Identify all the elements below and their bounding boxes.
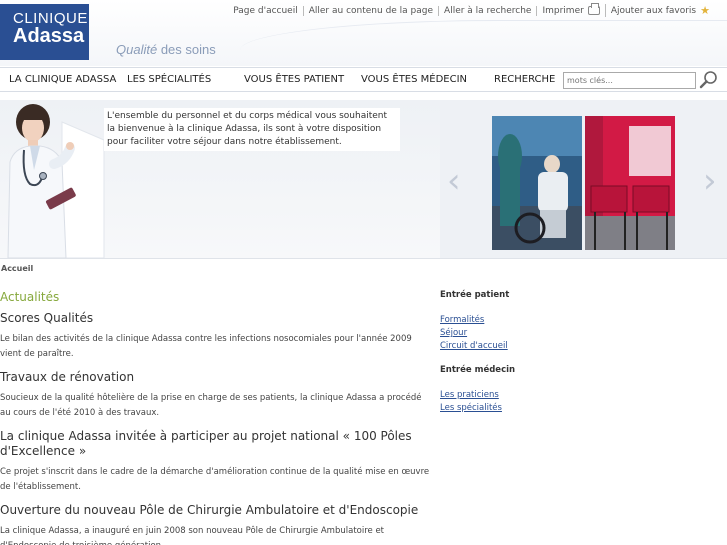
site-header: CLINIQUE Adassa Qualité des soins Page d… [0,0,727,66]
print-link[interactable]: Imprimer [536,3,604,16]
banner-divider [0,258,727,259]
link-circuit-accueil[interactable]: Circuit d'accueil [440,340,590,353]
quick-links-sidebar: Entrée patient Formalités Séjour Circuit… [440,290,590,415]
skip-to-search-link[interactable]: Aller à la recherche [438,5,536,16]
home-link-label: Page d'accueil [233,5,298,16]
tagline: Qualité des soins [116,42,216,57]
news-body: Le bilan des activités de la clinique Ad… [0,334,412,359]
link-sejour[interactable]: Séjour [440,327,590,340]
patient-entry-heading: Entrée patient [440,290,510,300]
link-praticiens[interactable]: Les praticiens [440,389,590,402]
slider-prev-arrow[interactable]: ‹ [447,161,461,201]
slider-next-arrow[interactable]: › [703,161,717,201]
tagline-italic: Qualité [116,42,158,57]
star-icon: ★ [700,4,710,17]
nav-item-specialites[interactable]: LES SPÉCIALITÉS [127,74,211,85]
add-favorites-link[interactable]: Ajouter aux favoris ★ [604,4,715,17]
printer-icon [587,3,600,15]
magnifier-icon[interactable] [699,70,719,90]
skip-to-content-link[interactable]: Aller au contenu de la page [302,5,438,16]
photo-wheelchair-patient [492,116,582,250]
link-specialites[interactable]: Les spécialités [440,402,590,415]
nav-item-patient[interactable]: VOUS ÊTES PATIENT [244,74,344,85]
medecin-entry-heading: Entrée médecin [440,365,516,375]
logo-line2: Adassa [13,25,85,47]
search-input[interactable] [563,72,696,89]
tagline-rest: des soins [157,42,216,57]
welcome-message: L'ensemble du personnel et du corps médi… [104,108,400,151]
news-title[interactable]: Ouverture du nouveau Pôle de Chirurgie A… [0,503,430,518]
nav-item-clinique[interactable]: LA CLINIQUE ADASSA [9,74,116,85]
clinique-adassa-logo[interactable]: CLINIQUE Adassa [0,4,89,60]
breadcrumb: Accueil [1,264,34,273]
news-title[interactable]: Travaux de rénovation [0,370,430,385]
news-body: Soucieux de la qualité hôtelière de la p… [0,393,422,418]
news-body: La clinique Adassa, a inauguré en juin 2… [0,526,385,545]
nav-item-recherche[interactable]: RECHERCHE [494,74,555,85]
top-links-bar: Page d'accueil Aller au contenu de la pa… [228,3,715,17]
doctor-illustration [7,104,105,258]
main-nav: LA CLINIQUE ADASSA LES SPÉCIALITÉS VOUS … [0,67,727,92]
news-body: Ce projet s'inscrit dans le cadre de la … [0,467,430,492]
skip-to-search-label: Aller à la recherche [444,5,532,16]
add-favorites-label: Ajouter aux favoris [610,5,697,16]
photo-waiting-room [585,116,675,250]
news-title[interactable]: La clinique Adassa invitée à participer … [0,429,430,459]
skip-to-content-label: Aller au contenu de la page [308,5,434,16]
news-section-title: Actualités [0,290,60,304]
photo-slider [440,100,727,258]
home-link[interactable]: Page d'accueil [228,6,303,16]
nav-item-medecin[interactable]: VOUS ÊTES MÉDECIN [361,74,467,85]
print-label: Imprimer [542,5,584,16]
link-formalites[interactable]: Formalités [440,314,590,327]
news-title[interactable]: Scores Qualités [0,311,430,326]
news-column: Actualités Scores Qualités Le bilan des … [0,290,430,545]
